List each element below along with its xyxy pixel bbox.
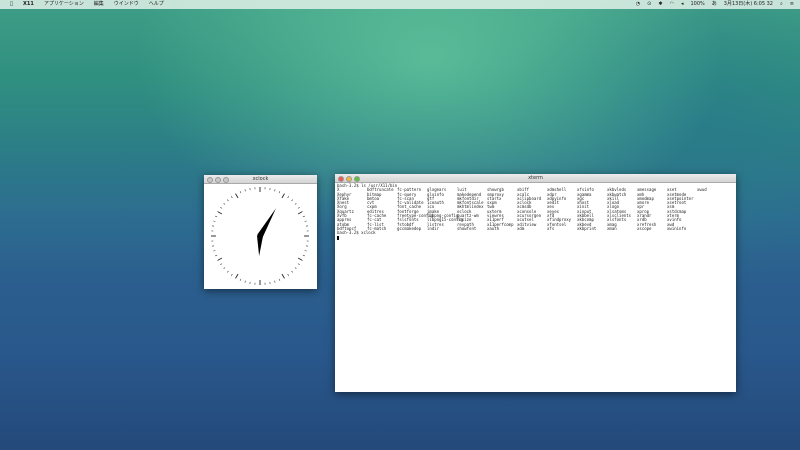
close-button[interactable] bbox=[207, 177, 213, 183]
clock-tick bbox=[278, 191, 281, 194]
volume-icon[interactable]: ◂ bbox=[681, 0, 684, 9]
clock-tick bbox=[213, 220, 216, 222]
clock-tick bbox=[244, 280, 246, 283]
clock-tick bbox=[235, 273, 239, 279]
clock-tick bbox=[230, 196, 233, 199]
clock-tick bbox=[297, 257, 303, 261]
minimize-button[interactable] bbox=[346, 176, 352, 182]
zoom-button[interactable] bbox=[223, 177, 229, 183]
window-title: xclock bbox=[252, 176, 269, 182]
listing-column: xfsinfo xgamma xgc xhost xinit xinput xkbbell x… bbox=[577, 187, 607, 231]
clock-tick bbox=[302, 254, 305, 257]
listing-column: xset xsetmode xsetpointer xsetroot xsm xstdcm… bbox=[667, 187, 697, 231]
clock-tick bbox=[213, 250, 216, 252]
window-title: xterm bbox=[528, 175, 543, 181]
file-name: xwininfo bbox=[667, 225, 687, 231]
clock-tick bbox=[217, 257, 223, 261]
clock-tick bbox=[215, 254, 218, 257]
clock-face bbox=[211, 187, 309, 285]
clock-tick bbox=[239, 191, 242, 194]
listing-column: glxgears glxinfo gtf iceauth ico imake libpng-… bbox=[427, 187, 463, 231]
clock-tick bbox=[304, 250, 307, 252]
time-machine-icon[interactable]: ◔ bbox=[636, 0, 640, 9]
listing-column: luit makedepend mkfontdir mkfontscale mkhtml… bbox=[457, 187, 487, 231]
menu-help[interactable]: ヘルプ bbox=[149, 0, 164, 9]
clock-tick bbox=[287, 196, 290, 199]
clock-tick bbox=[274, 189, 276, 192]
wifi-icon[interactable]: ◠ bbox=[670, 0, 674, 9]
menu-bar:  X11 アプリケーション 編集 ウインドウ ヘルプ ◔ ⊙ ✱ ◠ ◂ 10… bbox=[0, 0, 800, 9]
clock-tick bbox=[215, 215, 218, 218]
clock-tick bbox=[297, 206, 300, 209]
clock-tick bbox=[294, 202, 297, 205]
input-method[interactable]: あ bbox=[712, 0, 717, 9]
minute-hand bbox=[257, 208, 276, 240]
file-name: xscope bbox=[637, 225, 652, 231]
clock-tick bbox=[291, 199, 294, 202]
clock-tick bbox=[230, 273, 233, 276]
clock-tick bbox=[297, 211, 303, 215]
text-cursor bbox=[337, 235, 339, 240]
listing-column: xkbvleds xkbwatch xkill xload xlogo xlsatoms x… bbox=[607, 187, 637, 231]
battery-status[interactable]: 100% bbox=[690, 0, 704, 9]
clock-tick bbox=[223, 202, 226, 205]
file-name: xkbprint bbox=[577, 225, 597, 231]
file-name: xdm bbox=[517, 225, 525, 231]
listing-column: xbiff xcalc xclipboard xclock xcmsdb xconsole… bbox=[517, 187, 547, 231]
clock-tick bbox=[304, 220, 307, 222]
menu-window[interactable]: ウインドウ bbox=[114, 0, 139, 9]
clock-tick bbox=[220, 206, 223, 209]
file-name bbox=[697, 227, 727, 231]
listing-column: showrgb smproxy startx sxpm twm uxterm viewres… bbox=[487, 187, 517, 231]
clock-tick bbox=[226, 199, 229, 202]
clock-tick bbox=[217, 211, 223, 215]
menu-applications[interactable]: アプリケーション bbox=[44, 0, 84, 9]
clock-tick bbox=[297, 263, 300, 266]
listing-column: fc-pattern fc-query fc-scan fc-validate font… bbox=[397, 187, 433, 231]
close-button[interactable] bbox=[338, 176, 344, 182]
xclock-window[interactable]: xclock bbox=[204, 175, 317, 289]
clock-tick bbox=[294, 267, 297, 270]
datetime[interactable]: 3月13日(木) 6:05 32 bbox=[724, 0, 773, 9]
file-name: xman bbox=[607, 225, 617, 231]
clock-tick bbox=[226, 270, 229, 273]
file-name: showfont bbox=[457, 225, 477, 231]
spotlight-icon[interactable]: ⌕ bbox=[780, 0, 783, 9]
apple-menu-icon[interactable]:  bbox=[10, 0, 13, 9]
file-name: gccmakedep bbox=[397, 225, 422, 231]
clock-tick bbox=[274, 280, 276, 283]
clock-tick bbox=[287, 273, 290, 276]
file-name: xfs bbox=[547, 225, 555, 231]
listing-column: X Xephyr Xfake Xnest Xorg Xquartz Xvfb appres at… bbox=[337, 187, 367, 231]
clock-tick bbox=[278, 278, 281, 281]
app-menu[interactable]: X11 bbox=[23, 0, 34, 9]
listing-column: xmessage xmh xmodmap xmore xpr xprop xrandr xrd… bbox=[637, 187, 667, 231]
clock-tick bbox=[291, 270, 294, 273]
clock-status-icon[interactable]: ⊙ bbox=[647, 0, 651, 9]
menu-edit[interactable]: 編集 bbox=[94, 0, 104, 9]
clock-tick bbox=[244, 189, 246, 192]
clock-tick bbox=[223, 267, 226, 270]
file-name: lndir bbox=[427, 225, 440, 231]
clock-tick bbox=[302, 215, 305, 218]
clock-tick bbox=[281, 273, 285, 279]
xterm-titlebar[interactable]: xterm bbox=[335, 174, 736, 183]
file-listing: X Xephyr Xfake Xnest Xorg Xquartz Xvfb appres at… bbox=[337, 187, 734, 231]
xterm-window[interactable]: xterm bash-3.2$ ls /usr/X11/bin X Xephyr X… bbox=[335, 174, 736, 392]
listing-column: xwud bbox=[697, 187, 727, 231]
file-name: xauth bbox=[487, 225, 500, 231]
clock-tick bbox=[281, 193, 285, 199]
clock-tick bbox=[239, 278, 242, 281]
bluetooth-icon[interactable]: ✱ bbox=[658, 0, 662, 9]
clock-tick bbox=[235, 193, 239, 199]
terminal-output[interactable]: bash-3.2$ ls /usr/X11/bin X Xephyr Xfake Xn… bbox=[337, 183, 734, 390]
zoom-button[interactable] bbox=[354, 176, 360, 182]
clock-tick bbox=[220, 263, 223, 266]
listing-column: bdftruncate bitmap bmtoa cvt cxpm editres fc-c… bbox=[367, 187, 397, 231]
listing-column: xdmshell xdpr xdpyinfo xedit xev xeyes xfd xfin… bbox=[547, 187, 577, 231]
minimize-button[interactable] bbox=[215, 177, 221, 183]
notification-center-icon[interactable]: ≡ bbox=[790, 0, 794, 9]
xclock-titlebar[interactable]: xclock bbox=[204, 175, 317, 184]
